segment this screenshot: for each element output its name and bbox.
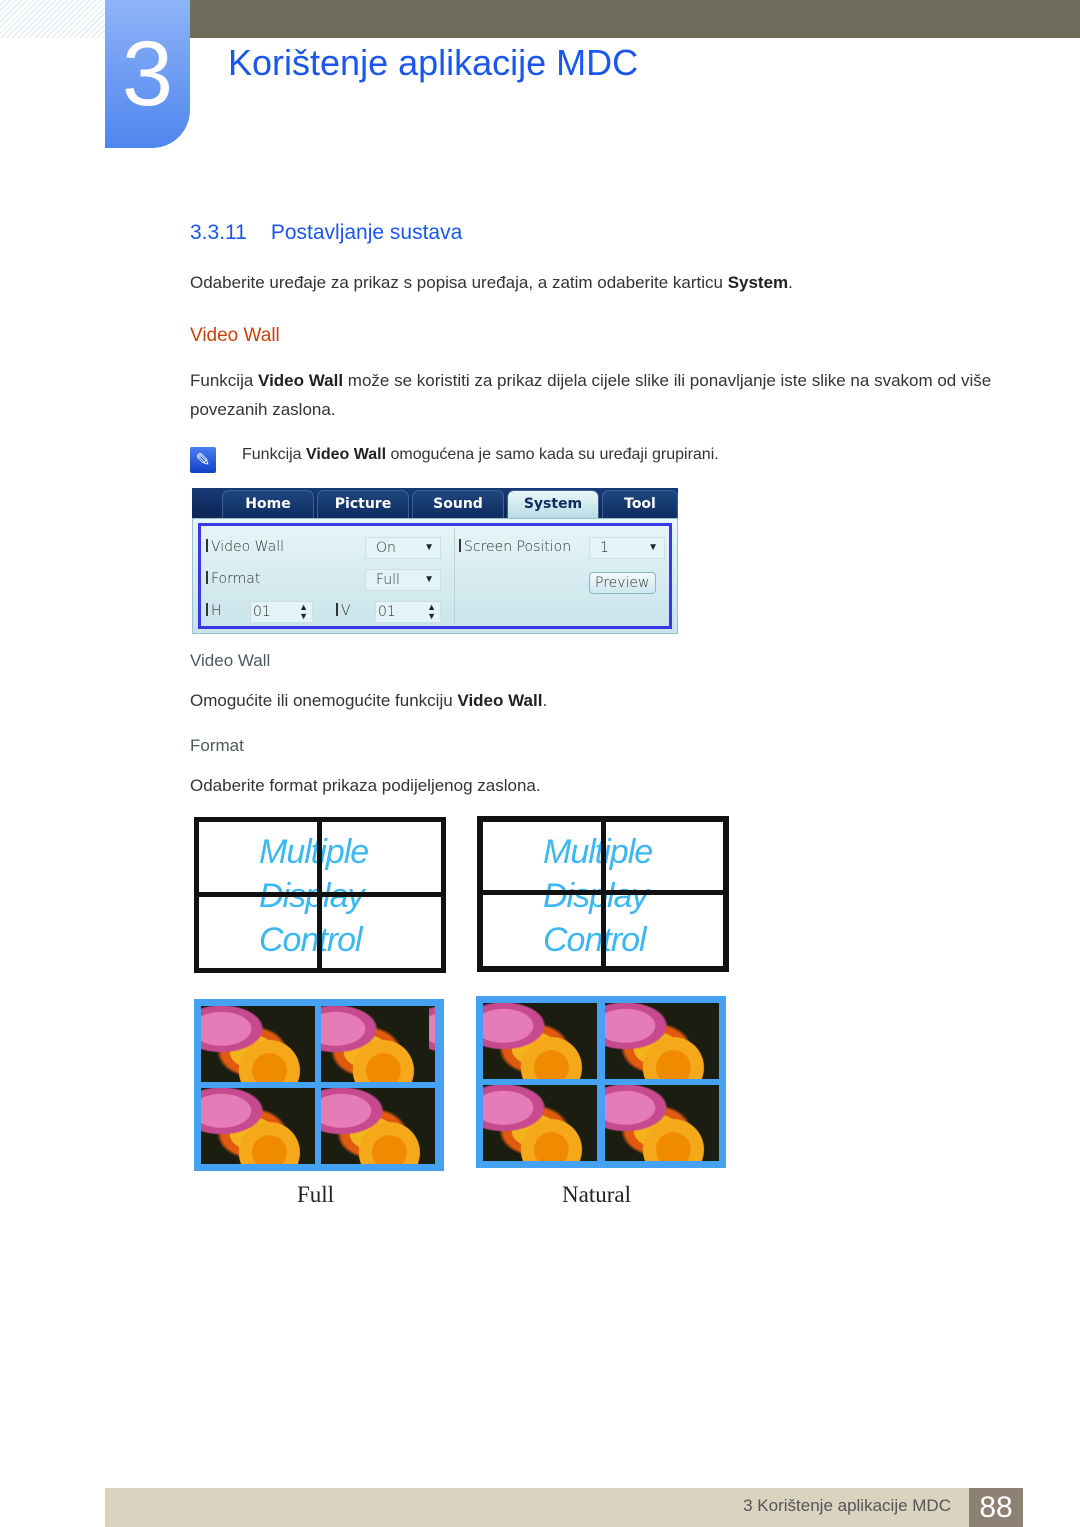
h-spinner[interactable]: 01 ▲ ▼ [250,601,313,623]
format-item-text: Odaberite format prikaza podijeljenog za… [190,776,541,795]
chevron-down-icon: ▼ [648,542,658,553]
video-wall-label: Video Wall [206,539,284,555]
spin-arrows-icon[interactable]: ▲ ▼ [299,602,308,622]
chapter-number-tab: 3 [105,0,190,148]
flower-tile [201,1006,315,1082]
video-wall-item-text: Omogućite ili onemogućite funkciju Video… [190,686,547,715]
item-bold: Video Wall [457,691,543,710]
format-dropdown[interactable]: Full ▼ [365,569,441,591]
page-number: 88 [969,1488,1023,1527]
format-value: Full [376,572,400,588]
tab-picture[interactable]: Picture [317,490,409,518]
chevron-down-icon: ▼ [424,542,434,553]
panel-divider [454,528,455,624]
flower-tile [321,1088,435,1164]
desc-text: Funkcija [190,371,259,390]
flower-tile [605,1003,719,1079]
video-wall-dropdown[interactable]: On ▼ [365,537,441,559]
flower-tile [201,1088,315,1164]
natural-format-flower-illustration [476,996,726,1168]
intro-paragraph: Odaberite uređaje za prikaz s popisa ure… [190,268,793,297]
tab-home[interactable]: Home [222,490,314,518]
video-wall-value: On [376,540,396,556]
screen-position-dropdown[interactable]: 1 ▼ [589,537,665,559]
video-wall-settings-highlight: Video Wall On ▼ Format Full ▼ H 01 ▲ ▼ V … [198,523,672,629]
note-bold: Video Wall [306,446,387,463]
screen-position-value: 1 [600,540,609,556]
grid-line [199,892,441,897]
header-bar [190,0,1080,38]
note-text-end: omogućena je samo kada su uređaji grupir… [386,446,719,463]
note-pencil-icon: ✎ [190,447,216,473]
flower-tile [605,1085,719,1161]
flower-tile [321,1006,435,1082]
full-format-flower-illustration [194,999,444,1171]
system-settings-panel: Video Wall On ▼ Format Full ▼ H 01 ▲ ▼ V … [192,518,678,634]
video-wall-item-heading: Video Wall [190,651,271,670]
video-wall-heading: Video Wall [190,325,280,346]
item-text: Omogućite ili onemogućite funkciju [190,691,458,710]
item-end: . [542,691,548,710]
flower-tile [483,1085,597,1161]
note-text: Funkcija Video Wall omogućena je samo ka… [242,446,719,464]
format-item-heading: Format [190,736,244,755]
h-value: 01 [253,604,271,620]
tab-bar: Home Picture Sound System Tool [192,488,678,518]
header-hatch-decoration [0,0,105,38]
v-spinner[interactable]: 01 ▲ ▼ [375,601,441,623]
tab-tool[interactable]: Tool [602,490,678,518]
natural-format-text-illustration: Multiple Display Control [477,816,729,972]
section-title: 3.3.11 Postavljanje sustava [190,221,462,245]
note-text-start: Funkcija [242,446,307,463]
video-wall-description: Funkcija Video Wall može se koristiti za… [190,366,1010,424]
format-label: Format [206,571,260,587]
intro-text: Odaberite uređaje za prikaz s popisa ure… [190,273,728,292]
v-label: V [336,603,351,619]
grid-line [483,890,723,895]
flower-tile [483,1003,597,1079]
v-value: 01 [378,604,396,620]
tab-sound[interactable]: Sound [412,490,504,518]
caption-natural: Natural [562,1182,631,1207]
preview-button[interactable]: Preview [589,572,656,594]
chapter-title: Korištenje aplikacije MDC [228,42,639,83]
caption-full: Full [297,1182,335,1207]
h-label: H [206,603,222,619]
tab-system[interactable]: System [507,490,599,518]
footer-chapter-text: 3 Korištenje aplikacije MDC [743,1496,951,1515]
desc-bold: Video Wall [258,371,344,390]
mdc-text-graphic: MultipleDisplayControl [543,833,653,959]
screen-position-label: Screen Position [459,539,571,555]
full-format-text-illustration: MultipleDisplayControl [194,817,446,973]
section-number: 3.3.11 [190,221,247,244]
chevron-down-icon: ▼ [424,574,434,585]
page-footer: 3 Korištenje aplikacije MDC 88 [105,1488,1023,1527]
intro-end: . [788,273,793,292]
spin-arrows-icon[interactable]: ▲ ▼ [427,602,436,622]
section-name: Postavljanje sustava [270,221,463,244]
mdc-system-panel: Home Picture Sound System Tool Video Wal… [192,488,678,634]
intro-bold: System [727,273,789,292]
